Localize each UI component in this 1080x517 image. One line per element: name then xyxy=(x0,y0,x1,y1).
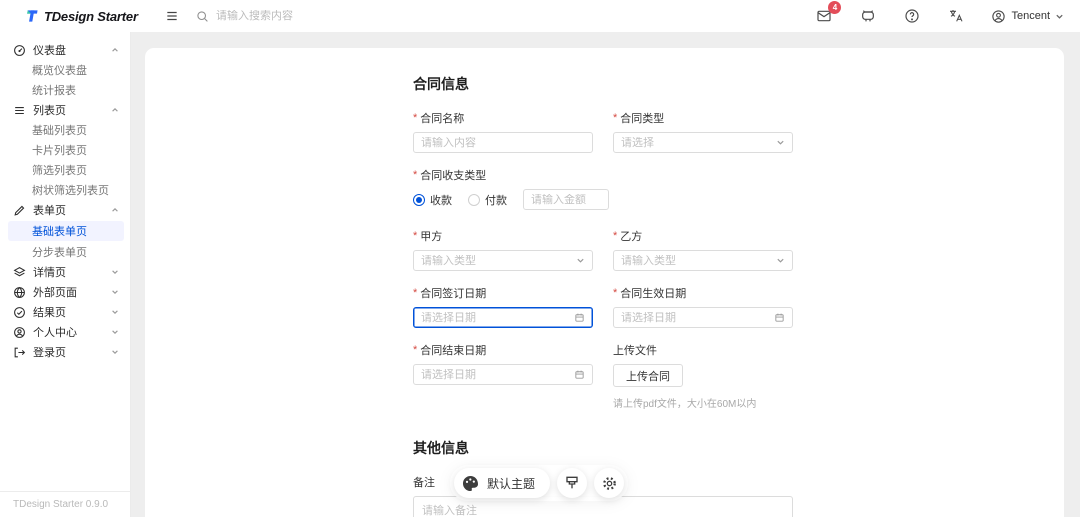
contract-type-label: * 合同类型 xyxy=(613,112,665,125)
upload-hint: 请上传pdf文件，大小在60M以内 xyxy=(613,399,757,410)
sidebar-item-result[interactable]: 结果页 xyxy=(0,302,130,322)
amount-field[interactable] xyxy=(531,193,601,206)
section-title-contract: 合同信息 xyxy=(413,76,469,92)
sidebar-item-list-filter[interactable]: 筛选列表页 xyxy=(0,160,130,180)
calendar-icon xyxy=(574,369,585,380)
top-header: TDesign Starter 4 Tencent xyxy=(0,0,1080,32)
upload-label: 上传文件 xyxy=(613,345,657,357)
palette-icon xyxy=(461,474,480,493)
contract-name-input[interactable] xyxy=(413,132,593,153)
sidebar-item-form[interactable]: 表单页 xyxy=(0,200,130,220)
amount-input[interactable] xyxy=(523,189,609,210)
chevron-up-icon xyxy=(111,46,119,54)
sidebar-item-external[interactable]: 外部页面 xyxy=(0,282,130,302)
end-date-field[interactable] xyxy=(421,368,570,381)
sidebar-item-list-card[interactable]: 卡片列表页 xyxy=(0,140,130,160)
github-icon[interactable] xyxy=(859,7,877,25)
collapse-menu-icon[interactable] xyxy=(160,4,184,28)
globe-icon xyxy=(13,286,26,299)
sidebar: 仪表盘 概览仪表盘 统计报表 列表页 基础列表页 卡片列表页 筛选列表页 树状筛… xyxy=(0,32,131,517)
chevron-up-icon xyxy=(111,106,119,114)
contract-type-select[interactable] xyxy=(613,132,793,153)
party-a-select[interactable] xyxy=(413,250,593,271)
settings-gear-icon[interactable] xyxy=(594,468,625,498)
tdesign-logo-icon xyxy=(24,9,39,23)
notification-badge: 4 xyxy=(828,1,842,14)
sidebar-item-detail[interactable]: 详情页 xyxy=(0,262,130,282)
party-b-field[interactable] xyxy=(621,254,772,267)
help-icon[interactable] xyxy=(903,7,921,25)
sidebar-item-list-tree[interactable]: 树状筛选列表页 xyxy=(0,180,130,200)
app-version: TDesign Starter 0.9.0 xyxy=(0,491,130,517)
default-theme-label: 默认主题 xyxy=(487,476,536,491)
end-date-label: * 合同结束日期 xyxy=(413,344,487,357)
sidebar-item-form-step[interactable]: 分步表单页 xyxy=(0,242,130,262)
chevron-down-icon xyxy=(576,256,585,265)
payment-type-label: * 合同收支类型 xyxy=(413,169,487,182)
chevron-down-icon xyxy=(111,288,119,296)
upload-contract-button[interactable]: 上传合同 xyxy=(613,364,683,387)
party-b-select[interactable] xyxy=(613,250,793,271)
radio-receive[interactable]: 收款 xyxy=(413,192,452,208)
sidebar-item-login[interactable]: 登录页 xyxy=(0,342,130,362)
search-icon xyxy=(196,10,209,23)
brush-icon[interactable] xyxy=(557,468,588,498)
pencil-icon xyxy=(13,204,26,217)
global-search[interactable] xyxy=(196,10,416,23)
effective-date-label: * 合同生效日期 xyxy=(613,287,687,300)
party-b-label: * 乙方 xyxy=(613,230,643,243)
search-input[interactable] xyxy=(216,10,386,22)
calendar-icon xyxy=(774,312,785,323)
chevron-down-icon xyxy=(776,138,785,147)
sign-date-field[interactable] xyxy=(421,311,570,324)
sidebar-item-dashboard[interactable]: 仪表盘 xyxy=(0,40,130,60)
logout-icon xyxy=(13,346,26,359)
party-a-field[interactable] xyxy=(421,254,572,267)
mail-icon[interactable]: 4 xyxy=(815,1,842,25)
sidebar-item-user-center[interactable]: 个人中心 xyxy=(0,322,130,342)
sidebar-item-list-base[interactable]: 基础列表页 xyxy=(0,120,130,140)
avatar-icon xyxy=(991,9,1006,24)
user-circle-icon xyxy=(13,326,26,339)
chevron-up-icon xyxy=(111,206,119,214)
sidebar-item-form-base[interactable]: 基础表单页 xyxy=(8,221,124,241)
contract-form: 合同信息 *合同名称 *合同类型 *合同收支类型 xyxy=(145,48,813,517)
sidebar-item-dashboard-report[interactable]: 统计报表 xyxy=(0,80,130,100)
sign-date-picker[interactable] xyxy=(413,307,593,328)
chevron-down-icon xyxy=(111,308,119,316)
list-icon xyxy=(13,104,26,117)
chevron-down-icon xyxy=(776,256,785,265)
calendar-icon xyxy=(574,312,585,323)
check-circle-icon xyxy=(13,306,26,319)
content-card: 合同信息 *合同名称 *合同类型 *合同收支类型 xyxy=(145,48,1064,517)
contract-type-field[interactable] xyxy=(621,136,772,149)
chevron-down-icon xyxy=(111,328,119,336)
radio-checked-icon[interactable] xyxy=(413,193,425,206)
user-name: Tencent xyxy=(1011,10,1050,22)
radio-pay[interactable]: 付款 xyxy=(468,192,507,208)
chevron-down-icon xyxy=(1055,12,1064,21)
theme-toolbar: 默认主题 xyxy=(450,465,629,501)
sidebar-item-list[interactable]: 列表页 xyxy=(0,100,130,120)
app-logo[interactable]: TDesign Starter xyxy=(0,9,148,24)
section-title-other: 其他信息 xyxy=(413,440,469,456)
dashboard-icon xyxy=(13,44,26,57)
layers-icon xyxy=(13,266,26,279)
logo-text: TDesign Starter xyxy=(44,8,138,24)
chevron-down-icon xyxy=(111,348,119,356)
end-date-picker[interactable] xyxy=(413,364,593,385)
effective-date-picker[interactable] xyxy=(613,307,793,328)
effective-date-field[interactable] xyxy=(621,311,770,324)
chevron-down-icon xyxy=(111,268,119,276)
default-theme-button[interactable]: 默认主题 xyxy=(454,468,551,498)
sign-date-label: * 合同签订日期 xyxy=(413,287,487,300)
party-a-label: * 甲方 xyxy=(413,230,443,243)
contract-name-field[interactable] xyxy=(421,136,585,149)
radio-unchecked-icon[interactable] xyxy=(468,193,480,206)
translate-icon[interactable] xyxy=(947,7,965,25)
user-menu[interactable]: Tencent xyxy=(991,9,1064,24)
contract-name-label: * 合同名称 xyxy=(413,112,465,125)
sidebar-item-dashboard-overview[interactable]: 概览仪表盘 xyxy=(0,60,130,80)
